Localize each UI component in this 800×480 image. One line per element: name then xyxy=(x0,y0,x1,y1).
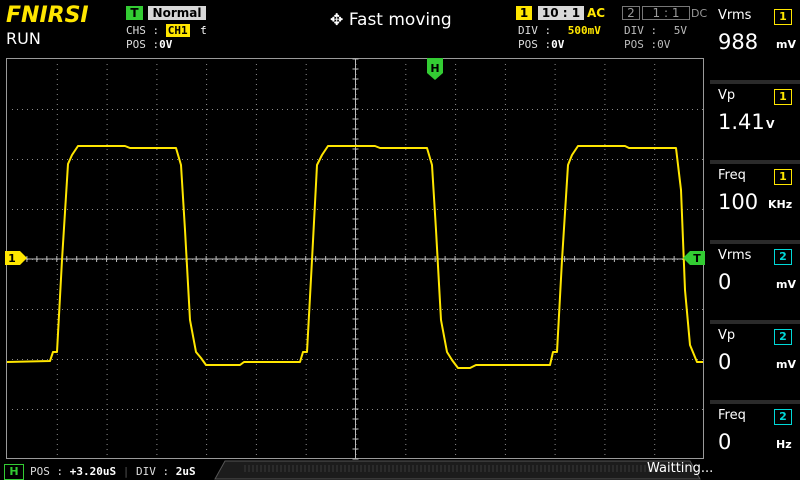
measurement-unit: mV xyxy=(776,38,796,51)
measurement-value: 0 xyxy=(718,270,732,294)
measurement-unit: mV xyxy=(776,278,796,291)
ch1-level-marker[interactable]: 1 xyxy=(5,251,27,265)
timebase-scroll-ticks xyxy=(244,465,670,472)
measurement-panel[interactable]: Freq 1 100 KHz xyxy=(710,164,800,238)
measurement-unit: mV xyxy=(776,358,796,371)
h-marker[interactable]: H xyxy=(427,58,443,80)
measurement-value: 0 xyxy=(718,350,732,374)
measurement-panel[interactable]: Vp 2 0 mV xyxy=(710,324,800,398)
measurement-panel[interactable]: Vp 1 1.41 V xyxy=(710,84,800,158)
measurement-unit: V xyxy=(766,118,775,131)
measurement-label: Vrms xyxy=(718,8,752,23)
measurement-unit: Hz xyxy=(776,438,792,451)
measurement-value: 988 xyxy=(718,30,759,54)
measurement-channel-badge: 2 xyxy=(774,249,792,265)
measurement-channel-badge: 2 xyxy=(774,409,792,425)
horizontal-pos-label: POS : xyxy=(30,465,64,478)
horizontal-pos-value: +3.20uS xyxy=(69,465,117,478)
measurement-channel-badge: 1 xyxy=(774,169,792,185)
measurement-label: Freq xyxy=(718,408,746,423)
measurement-label: Vp xyxy=(718,88,736,103)
measurement-label: Vp xyxy=(718,328,736,343)
measurement-unit: KHz xyxy=(768,198,793,211)
measurement-value: 0 xyxy=(718,430,732,454)
measurement-label: Vrms xyxy=(718,248,752,263)
trigger-marker-label: T xyxy=(693,252,701,265)
measurement-value: 1.41 xyxy=(718,110,765,134)
measurement-label: Freq xyxy=(718,168,746,183)
measurement-panel[interactable]: Vrms 1 988 mV xyxy=(710,4,800,78)
acquisition-status: Waitting... xyxy=(647,461,714,476)
measurement-value: 100 xyxy=(718,190,759,214)
measurement-panel[interactable]: Vrms 2 0 mV xyxy=(710,244,800,318)
measurement-channel-badge: 1 xyxy=(774,9,792,25)
center-axes xyxy=(6,58,704,460)
h-badge[interactable]: H xyxy=(4,464,24,480)
timebase-div-value: 2uS xyxy=(175,465,196,478)
timebase-div-label: DIV : xyxy=(135,465,170,478)
measurement-channel-badge: 2 xyxy=(774,329,792,345)
measurement-channel-badge: 1 xyxy=(774,89,792,105)
ch1-level-label: 1 xyxy=(8,252,16,265)
h-marker-label: H xyxy=(430,62,439,75)
trigger-level-marker[interactable]: T xyxy=(683,251,705,265)
scope-display[interactable]: H 1 T xyxy=(0,0,800,480)
horizontal-pos[interactable]: POS : +3.20uS | DIV : 2uS xyxy=(30,465,196,478)
